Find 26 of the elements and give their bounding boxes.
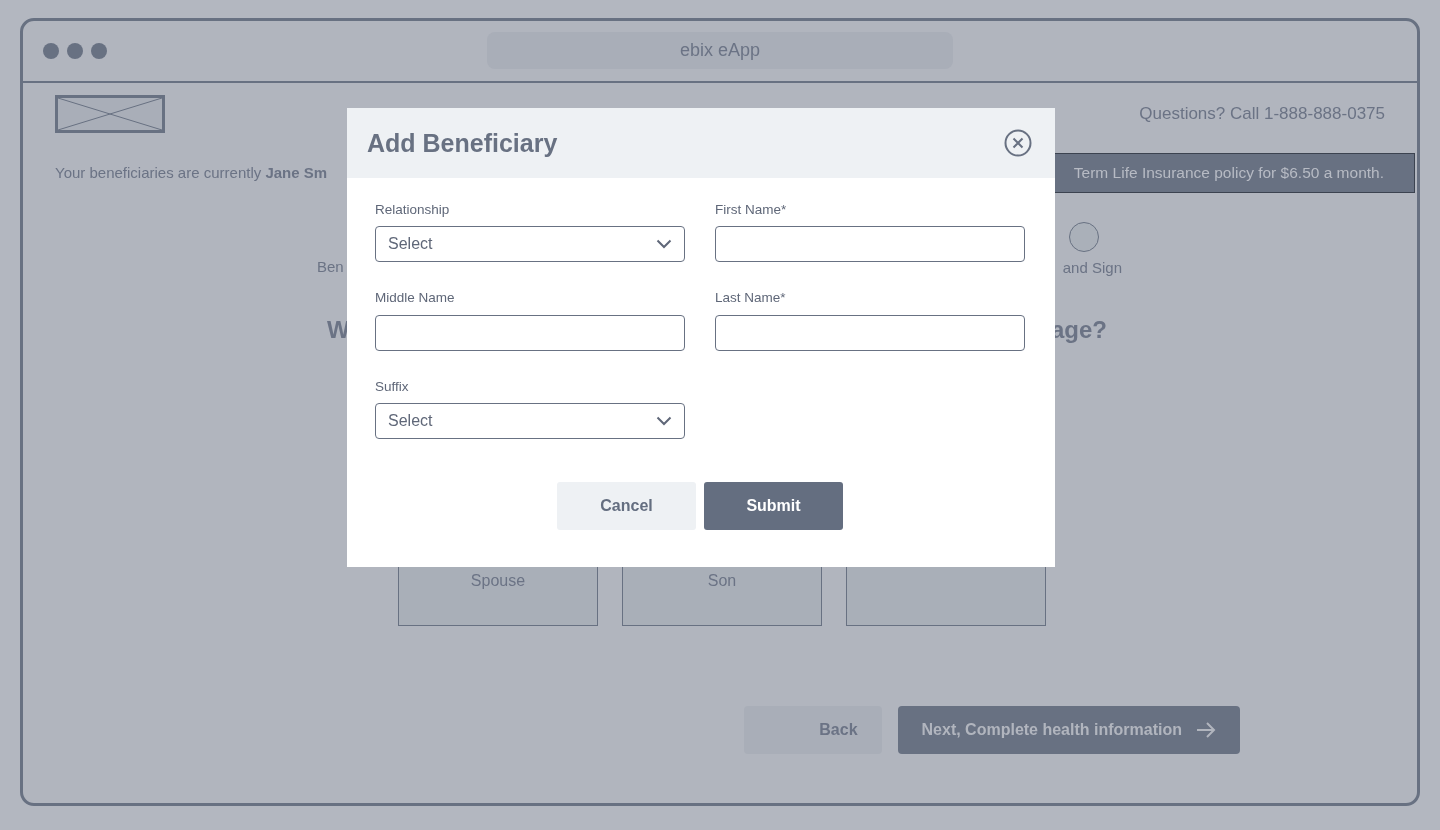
window-control-dot[interactable] bbox=[91, 43, 107, 59]
cancel-button[interactable]: Cancel bbox=[557, 481, 696, 530]
field-label: Last Name* bbox=[715, 289, 787, 308]
beneficiaries-summary-text: Your beneficiaries are currently Jane Sm bbox=[55, 162, 328, 183]
text-input-field[interactable] bbox=[715, 226, 1025, 263]
text-input-field[interactable] bbox=[375, 314, 685, 351]
phone-number-text: Questions? Call 1-888-888-0375 bbox=[1139, 103, 1385, 126]
chevron-down-icon bbox=[656, 415, 672, 426]
field-label: Middle Name bbox=[375, 289, 456, 308]
arrow-right-icon bbox=[1196, 720, 1216, 739]
select-field[interactable]: Select bbox=[375, 226, 685, 263]
chevron-down-icon bbox=[656, 239, 672, 250]
select-field[interactable]: Select bbox=[375, 402, 685, 439]
step-label: and Sign bbox=[1062, 258, 1122, 278]
close-icon[interactable] bbox=[1004, 129, 1032, 157]
field-label: First Name* bbox=[715, 201, 788, 219]
field-label: Relationship bbox=[375, 201, 451, 219]
next-button[interactable]: Next, Complete health information bbox=[897, 705, 1240, 754]
text-input-field[interactable] bbox=[715, 314, 1025, 351]
step-label: Ben bbox=[317, 257, 344, 277]
submit-button[interactable]: Submit bbox=[704, 481, 843, 530]
window-control-dot[interactable] bbox=[67, 43, 83, 59]
field-label: Suffix bbox=[375, 377, 410, 396]
window-control-dot[interactable] bbox=[43, 43, 59, 59]
logo-placeholder-icon bbox=[55, 95, 165, 133]
step-circle bbox=[1068, 222, 1099, 252]
